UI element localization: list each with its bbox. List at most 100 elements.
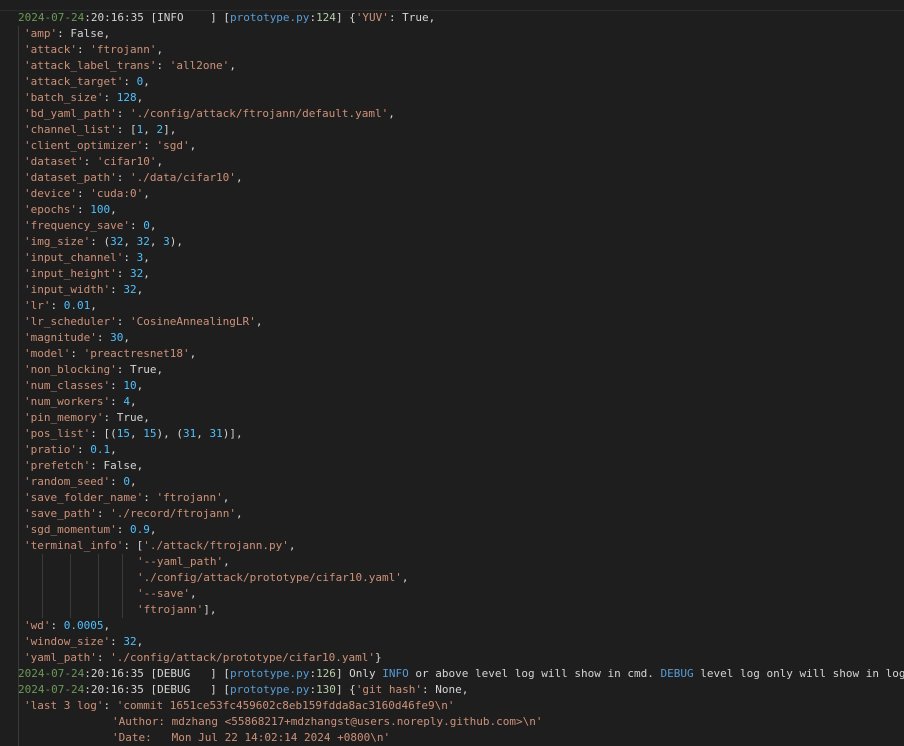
log-token: , bbox=[189, 347, 197, 360]
log-token: './config/attack/prototype/cifar10.yaml' bbox=[110, 651, 376, 664]
log-token: 'all2one' bbox=[169, 59, 230, 72]
log-token: [ bbox=[223, 667, 230, 680]
log-token: 128 bbox=[116, 91, 137, 104]
log-token: : bbox=[143, 139, 157, 152]
log-token: './config/attack/ftrojann/default.yaml' bbox=[129, 107, 389, 120]
log-token: 32 bbox=[129, 267, 144, 280]
log-token: : False, bbox=[90, 459, 144, 472]
log-line: 'last 3 log': 'commit 1651ce53fc459602c8… bbox=[18, 698, 904, 714]
log-token: , bbox=[136, 635, 144, 648]
log-token: , bbox=[196, 427, 210, 440]
log-token: 'preactresnet18' bbox=[83, 347, 190, 360]
log-token: '--yaml_path' bbox=[137, 555, 224, 568]
log-token: : [ bbox=[116, 123, 137, 136]
log-line: 'attack': 'ftrojann', bbox=[18, 42, 904, 58]
log-line: 'input_width': 32, bbox=[18, 282, 904, 298]
log-token: ] Only bbox=[335, 667, 383, 680]
log-token: : bbox=[123, 251, 137, 264]
log-token: , bbox=[123, 235, 137, 248]
log-token: './data/cifar10' bbox=[129, 171, 236, 184]
log-token: 'ftrojann' bbox=[90, 43, 157, 56]
log-lines: 2024-07-24:20:16:35 [INFO ] [prototype.p… bbox=[18, 10, 904, 746]
log-line: 'lr': 0.01, bbox=[18, 298, 904, 314]
log-token: , bbox=[90, 299, 97, 312]
log-token: : None, bbox=[422, 683, 469, 696]
log-token: , bbox=[149, 219, 157, 232]
log-token: , bbox=[401, 571, 409, 584]
log-token: : [( bbox=[90, 427, 117, 440]
log-token: : bbox=[116, 267, 130, 280]
log-token: 'ftrojann' bbox=[137, 603, 204, 616]
log-token: : True, bbox=[103, 411, 150, 424]
log-token: 'model' bbox=[24, 347, 71, 360]
log-token: 'client_optimizer' bbox=[24, 139, 144, 152]
log-token: , bbox=[136, 91, 144, 104]
log-token: [DEBUG ] bbox=[150, 667, 224, 680]
log-token: './attack/ftrojann.py' bbox=[143, 539, 289, 552]
log-token: : bbox=[76, 187, 91, 200]
log-line: 'channel_list': [1, 2], bbox=[18, 122, 904, 138]
log-token: 'num_workers' bbox=[24, 395, 111, 408]
log-line: 'terminal_info': ['./attack/ftrojann.py'… bbox=[18, 538, 904, 554]
log-token: 32 bbox=[110, 235, 124, 248]
log-token: prototype.py bbox=[229, 11, 310, 24]
log-token: , bbox=[143, 187, 150, 200]
log-token: [DEBUG ] bbox=[150, 683, 224, 696]
log-token: : bbox=[129, 219, 144, 232]
log-line: 'ftrojann'], bbox=[18, 602, 904, 618]
log-line: 'dataset': 'cifar10', bbox=[18, 154, 904, 170]
log-token: 'device' bbox=[24, 187, 77, 200]
log-token: , bbox=[189, 139, 197, 152]
log-token: 'attack_target' bbox=[24, 75, 124, 88]
log-token: : bbox=[76, 43, 91, 56]
log-line: 'num_classes': 10, bbox=[18, 378, 904, 394]
log-token: , bbox=[223, 555, 230, 568]
log-line: 'prefetch': False, bbox=[18, 458, 904, 474]
log-line: 'frequency_save': 0, bbox=[18, 218, 904, 234]
log-token: prototype.py bbox=[229, 667, 310, 680]
log-line: 'non_blocking': True, bbox=[18, 362, 904, 378]
log-token: : bbox=[83, 155, 97, 168]
log-line: 'save_folder_name': 'ftrojann', bbox=[18, 490, 904, 506]
log-line: 'input_channel': 3, bbox=[18, 250, 904, 266]
log-token: : True, bbox=[116, 363, 164, 376]
log-token: './record/ftrojann' bbox=[110, 507, 236, 520]
log-token: './config/attack/prototype/cifar10.yaml' bbox=[137, 571, 402, 584]
log-token: : bbox=[110, 395, 124, 408]
log-token: 15 bbox=[116, 427, 130, 440]
log-token: 'dataset_path' bbox=[24, 171, 117, 184]
log-line: 'Author: mdzhang <55868217+mdzhangst@use… bbox=[18, 714, 904, 730]
log-line: 'attack_target': 0, bbox=[18, 74, 904, 90]
log-token: , bbox=[129, 475, 137, 488]
log-token: 'cifar10' bbox=[96, 155, 157, 168]
log-token: : bbox=[96, 507, 111, 520]
log-token: 31 bbox=[209, 427, 223, 440]
log-token: 'epochs' bbox=[24, 203, 77, 216]
log-token: 0.1 bbox=[90, 443, 111, 456]
log-token: : bbox=[143, 491, 157, 504]
log-token: 'yaml_path' bbox=[24, 651, 97, 664]
log-line: 'magnitude': 30, bbox=[18, 330, 904, 346]
log-token: } bbox=[375, 651, 382, 664]
log-line: 'amp': False, bbox=[18, 26, 904, 42]
log-token: 10 bbox=[123, 379, 137, 392]
log-token: 'terminal_info' bbox=[24, 539, 124, 552]
log-line: 'input_height': 32, bbox=[18, 266, 904, 282]
log-token: level log only will show in log file. bbox=[700, 667, 904, 680]
log-token: [ bbox=[223, 683, 230, 696]
log-token: , bbox=[123, 331, 130, 344]
log-token: 'prefetch' bbox=[24, 459, 91, 472]
log-token: 15 bbox=[143, 427, 157, 440]
log-token: [INFO ] bbox=[150, 11, 224, 24]
log-token: , bbox=[110, 203, 117, 216]
log-token: , bbox=[222, 491, 230, 504]
terminal-output[interactable]: 2024-07-24:20:16:35 [INFO ] [prototype.p… bbox=[0, 0, 904, 746]
log-line: '--save', bbox=[18, 586, 904, 602]
log-line: 2024-07-24:20:16:35 [INFO ] [prototype.p… bbox=[18, 10, 904, 26]
log-token: 'CosineAnnealingLR' bbox=[129, 315, 256, 328]
log-token: 'frequency_save' bbox=[24, 219, 130, 232]
log-token: 'pratio' bbox=[24, 443, 77, 456]
log-token: 'commit 1651ce53fc459602c8eb159fdda8ac31… bbox=[116, 699, 455, 712]
log-token: 32 bbox=[136, 235, 150, 248]
log-token: 'lr_scheduler' bbox=[24, 315, 117, 328]
